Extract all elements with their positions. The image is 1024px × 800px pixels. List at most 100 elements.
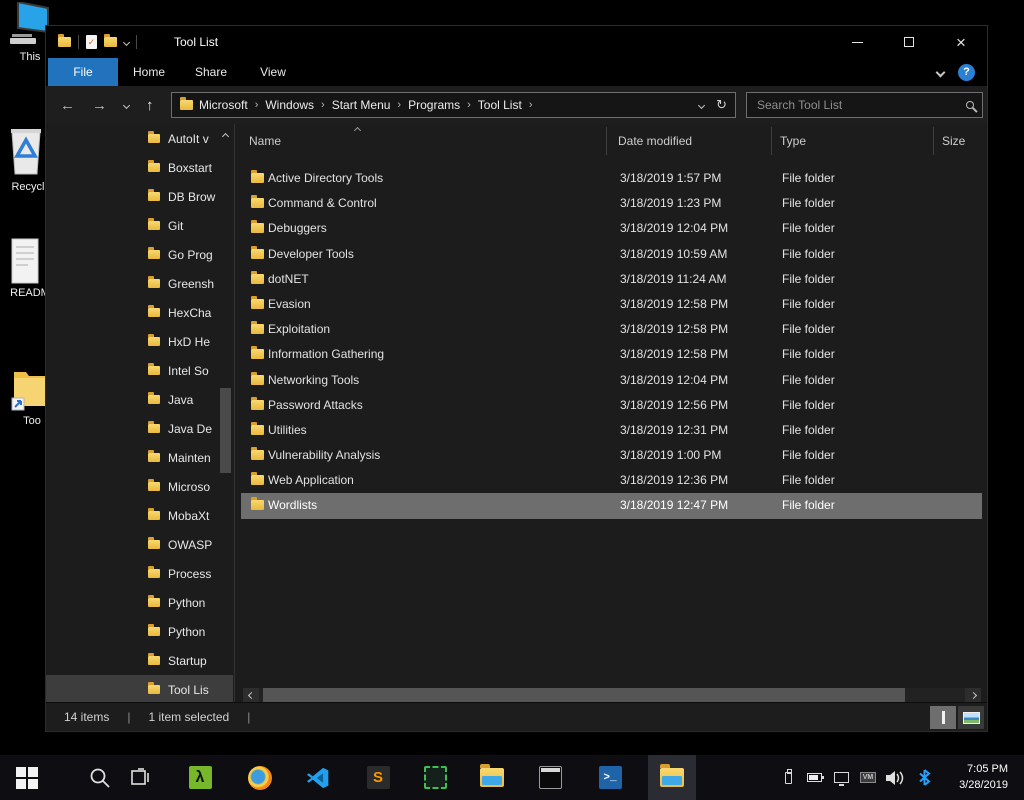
forward-button[interactable]: → [92,97,107,114]
breadcrumb-segment[interactable]: Microsoft [199,98,248,112]
taskbar-clock[interactable]: 7:05 PM 3/28/2019 [940,755,1016,800]
file-date-modified: 3/18/2019 11:24 AM [620,267,727,292]
up-button[interactable]: ↑ [146,97,154,114]
breadcrumb-chevron-icon[interactable]: › [321,99,325,111]
tree-item[interactable]: Python [46,588,233,617]
file-date-modified: 3/18/2019 12:56 PM [620,393,728,418]
desktop-icon-recycle-bin[interactable]: Recycl [6,126,50,193]
tree-item[interactable]: Go Prog [46,240,233,269]
file-row[interactable]: Password Attacks3/18/2019 12:56 PMFile f… [241,393,982,418]
tree-item[interactable]: AutoIt v [46,124,233,153]
taskbar-vscode-button[interactable] [298,755,338,800]
tree-item[interactable]: Greensh [46,269,233,298]
column-header-date[interactable]: Date modified [618,124,692,158]
tree-item[interactable]: Java [46,385,233,414]
tree-item[interactable]: HxD He [46,327,233,356]
address-dropdown-icon[interactable] [698,101,705,108]
details-view-button[interactable] [930,706,956,729]
tree-item[interactable]: Tool Lis [46,675,233,704]
breadcrumb-chevron-icon[interactable]: › [467,99,471,111]
tree-item[interactable]: OWASP [46,530,233,559]
taskbar-search-button[interactable] [80,755,120,800]
horizontal-scrollbar[interactable] [243,688,981,702]
column-header-size[interactable]: Size [942,124,965,158]
tray-bluetooth-icon[interactable] [912,755,936,800]
tray-usb-icon[interactable] [776,755,800,800]
tab-view[interactable]: View [242,58,304,86]
breadcrumb-chevron-icon[interactable]: › [397,99,401,111]
tab-share[interactable]: Share [180,58,242,86]
thumbnails-view-button[interactable] [958,706,984,729]
file-row[interactable]: Information Gathering3/18/2019 12:58 PMF… [241,342,982,367]
file-row[interactable]: Debuggers3/18/2019 12:04 PMFile folder [241,216,982,241]
tree-item[interactable]: Python [46,617,233,646]
search-box[interactable] [746,92,983,118]
recent-locations-icon[interactable] [123,101,130,108]
file-row[interactable]: Web Application3/18/2019 12:36 PMFile fo… [241,468,982,493]
column-header-type[interactable]: Type [780,124,806,158]
tray-battery-icon[interactable] [802,755,826,800]
ribbon-collapse-icon[interactable] [936,67,946,77]
minimize-button[interactable] [831,26,883,58]
tab-file[interactable]: File [48,58,118,86]
taskbar-firefox-button[interactable] [240,755,280,800]
search-input[interactable] [755,97,966,113]
help-icon[interactable]: ? [958,64,975,81]
title-bar[interactable]: ✓ Tool List × [46,26,987,58]
tray-network-icon[interactable] [828,755,854,800]
breadcrumb-segment[interactable]: Tool List [478,98,522,112]
tree-item[interactable]: MobaXt [46,501,233,530]
close-button[interactable]: × [935,26,987,58]
tab-home[interactable]: Home [118,58,180,86]
file-row[interactable]: Utilities3/18/2019 12:31 PMFile folder [241,418,982,443]
tree-item[interactable]: HexCha [46,298,233,327]
qat-properties-icon[interactable]: ✓ [86,35,97,49]
file-row[interactable]: Vulnerability Analysis3/18/2019 1:00 PMF… [241,443,982,468]
file-row[interactable]: Evasion3/18/2019 12:58 PMFile folder [241,292,982,317]
scroll-left-icon[interactable] [243,688,259,702]
breadcrumb-segment[interactable]: Programs [408,98,460,112]
file-row[interactable]: Exploitation3/18/2019 12:58 PMFile folde… [241,317,982,342]
qat-folder-icon[interactable] [58,37,71,47]
tree-item[interactable]: Git [46,211,233,240]
refresh-icon[interactable]: ↻ [716,97,727,113]
tree-item[interactable]: Java De [46,414,233,443]
column-header-name[interactable]: Name [249,124,281,158]
tray-vm-icon[interactable]: VM [856,755,880,800]
tree-item[interactable]: Startup [46,646,233,675]
tree-item[interactable]: Mainten [46,443,233,472]
tree-item[interactable]: Process [46,559,233,588]
taskbar-cmd-button[interactable] [530,755,570,800]
tray-volume-icon[interactable] [882,755,908,800]
file-row[interactable]: Networking Tools3/18/2019 12:04 PMFile f… [241,368,982,393]
breadcrumb-chevron-icon[interactable]: › [529,99,533,111]
file-row[interactable]: Developer Tools3/18/2019 10:59 AMFile fo… [241,242,982,267]
qat-new-folder-icon[interactable] [104,37,117,47]
file-row[interactable]: Wordlists3/18/2019 12:47 PMFile folder [241,493,982,518]
taskbar-cmder-button[interactable]: λ [180,755,220,800]
horizontal-scrollbar-thumb[interactable] [263,688,905,702]
search-icon[interactable] [966,101,974,109]
file-row[interactable]: dotNET3/18/2019 11:24 AMFile folder [241,267,982,292]
qat-customize-caret-icon[interactable] [123,38,130,45]
tree-item[interactable]: DB Brow [46,182,233,211]
tree-item[interactable]: Boxstart [46,153,233,182]
tree-item[interactable]: Intel So [46,356,233,385]
breadcrumb-segment[interactable]: Windows [265,98,314,112]
address-bar[interactable]: Microsoft › Windows › Start Menu › Programs › To… [171,92,736,118]
taskbar-sublime-button[interactable]: S [358,755,398,800]
taskbar-greenshot-button[interactable] [415,755,455,800]
file-row[interactable]: Command & Control3/18/2019 1:23 PMFile f… [241,191,982,216]
task-view-button[interactable] [120,755,160,800]
start-button[interactable] [7,755,47,800]
file-row[interactable]: Active Directory Tools3/18/2019 1:57 PMF… [241,166,982,191]
taskbar-powershell-button[interactable]: >_ [590,755,630,800]
breadcrumb-chevron-icon[interactable]: › [255,99,259,111]
breadcrumb-segment[interactable]: Start Menu [332,98,391,112]
taskbar-file-explorer-button[interactable] [472,755,512,800]
tree-item[interactable]: Microso [46,472,233,501]
scroll-right-icon[interactable] [965,688,981,702]
back-button[interactable]: ← [60,97,75,114]
taskbar-file-explorer-active-button[interactable] [648,755,696,800]
maximize-button[interactable] [883,26,935,58]
